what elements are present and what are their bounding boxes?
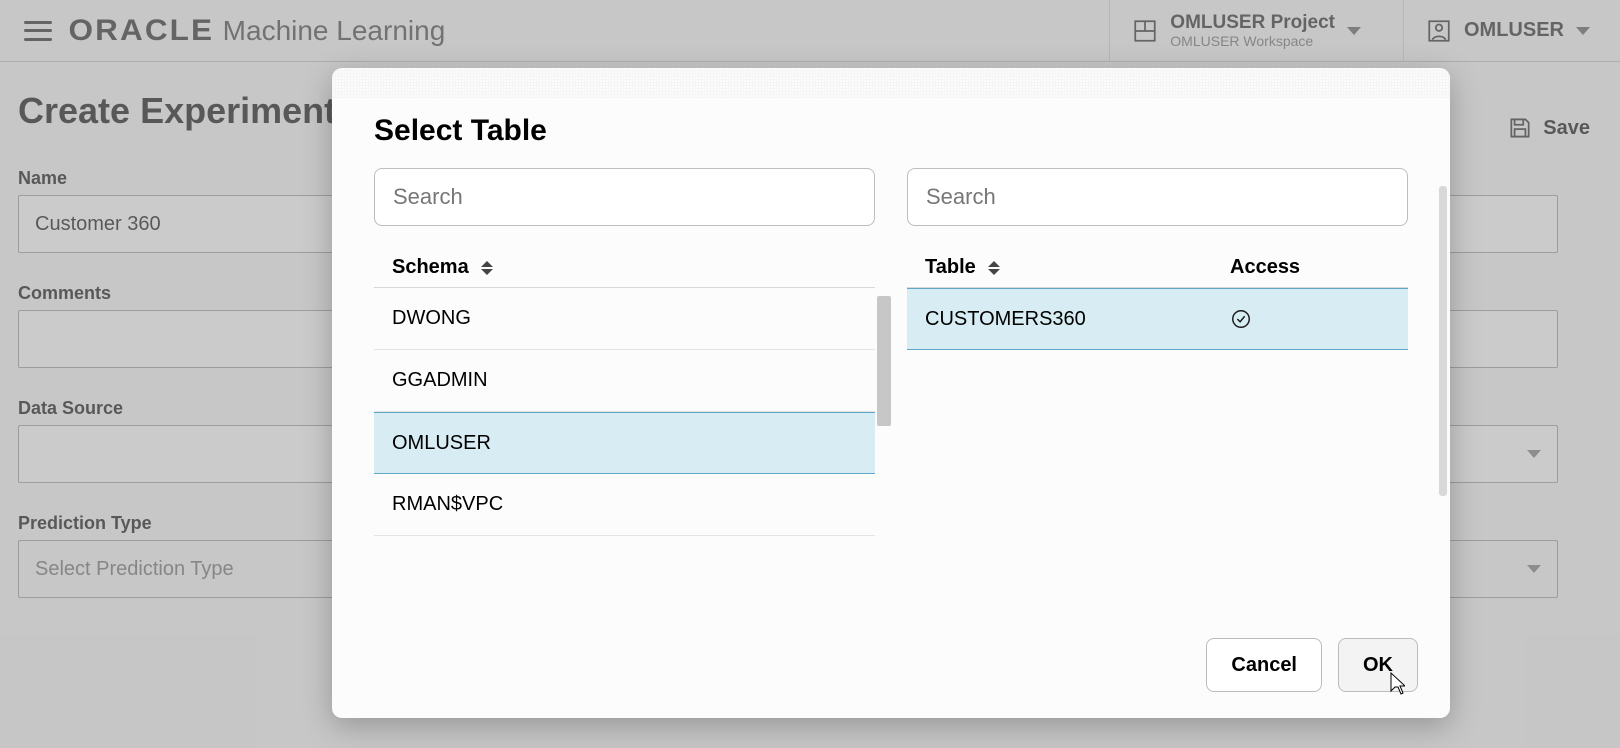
schema-column: Schema DWONG GGADMIN OMLUSER RMAN$VPC [374, 168, 875, 536]
table-search-input[interactable] [907, 168, 1408, 226]
dialog-footer: Cancel OK [1206, 638, 1418, 692]
schema-name: OMLUSER [392, 432, 491, 455]
cursor-icon [1385, 671, 1405, 697]
schema-row[interactable]: GGADMIN [374, 350, 875, 412]
schema-name: DWONG [392, 307, 471, 330]
schema-row[interactable]: RMAN$VPC [374, 474, 875, 536]
ok-button[interactable]: OK [1338, 638, 1418, 692]
table-list: Table Access CUSTOMERS360 [907, 256, 1408, 350]
schema-name: RMAN$VPC [392, 493, 503, 516]
cancel-button[interactable]: Cancel [1206, 638, 1322, 692]
access-header-label: Access [1230, 256, 1390, 279]
sort-icon[interactable] [481, 259, 495, 277]
schema-row[interactable]: DWONG [374, 288, 875, 350]
sort-icon[interactable] [988, 259, 1002, 277]
modal-overlay: Select Table Schema DWONG GGADMIN OMLUSER R… [0, 0, 1620, 748]
dialog-title: Select Table [374, 114, 1408, 148]
table-column: Table Access CUSTOMERS360 [907, 168, 1408, 536]
schema-list: Schema DWONG GGADMIN OMLUSER RMAN$VPC [374, 256, 875, 536]
schema-name: GGADMIN [392, 369, 488, 392]
select-table-dialog: Select Table Schema DWONG GGADMIN OMLUSER R… [332, 68, 1450, 718]
schema-scrollbar[interactable] [877, 296, 891, 426]
schema-search-input[interactable] [374, 168, 875, 226]
table-row[interactable]: CUSTOMERS360 [907, 288, 1408, 350]
table-name: CUSTOMERS360 [925, 308, 1230, 331]
schema-row[interactable]: OMLUSER [374, 412, 875, 474]
schema-header-label[interactable]: Schema [392, 256, 469, 279]
access-check-icon [1230, 308, 1252, 330]
dialog-drag-handle[interactable] [332, 68, 1450, 98]
table-header-label[interactable]: Table [925, 256, 976, 279]
